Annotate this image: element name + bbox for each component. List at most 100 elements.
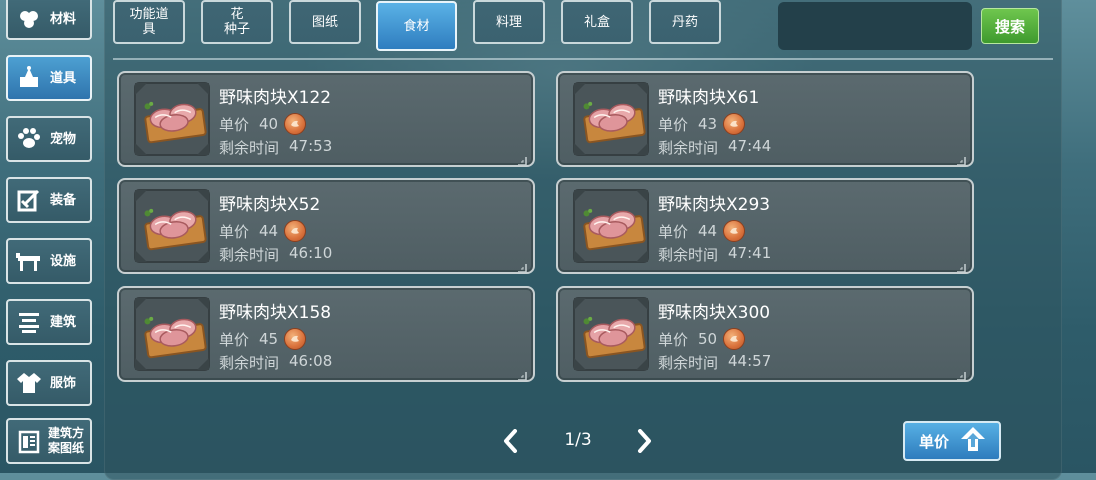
- sidebar-item-label: 道具: [50, 70, 77, 86]
- item-remaining-time: 44:57: [728, 352, 772, 370]
- item-price: 45: [259, 330, 279, 348]
- item-price-row: 单价 40: [219, 113, 307, 135]
- wild-meat-icon: [572, 81, 650, 157]
- tab-gift-box[interactable]: 礼盒: [561, 0, 633, 44]
- price-label: 单价: [658, 222, 689, 241]
- item-card[interactable]: 野味肉块X122 单价 40 剩余时间 47:53: [117, 71, 535, 167]
- remaining-time-label: 剩余时间: [658, 354, 719, 372]
- category-sidebar: 材料 道具 宠物 装备 设施 建筑 服饰 建筑方 案图纸: [6, 0, 94, 473]
- tab-divider: [113, 58, 1053, 60]
- item-time-row: 剩余时间 46:08: [219, 352, 332, 373]
- item-card[interactable]: 野味肉块X158 单价 45 剩余时间 46:08: [117, 286, 535, 382]
- tab-label: 礼盒: [583, 14, 610, 30]
- chevron-left-icon: [504, 429, 517, 453]
- tab-elixir[interactable]: 丹药: [649, 0, 721, 44]
- sidebar-item-materials[interactable]: 材料: [6, 0, 92, 40]
- page-indicator: 1/3: [564, 430, 592, 450]
- tab-label: 丹药: [671, 14, 698, 30]
- price-label: 单价: [658, 115, 689, 134]
- wild-meat-icon: [133, 81, 211, 157]
- tab-flower-seeds[interactable]: 花种子: [201, 0, 273, 44]
- price-label: 单价: [658, 330, 689, 349]
- item-name: 野味肉块X61: [658, 88, 760, 108]
- item-remaining-time: 46:10: [289, 244, 333, 262]
- wild-meat-icon: [572, 296, 650, 372]
- corner-ornament-icon: [517, 258, 527, 273]
- facility-icon: [14, 246, 44, 276]
- blueprint-icon: [14, 426, 44, 456]
- search-button-label: 搜索: [994, 17, 1025, 36]
- item-price: 43: [698, 115, 718, 133]
- sidebar-item-building[interactable]: 建筑: [6, 299, 92, 345]
- item-price-row: 单价 43: [658, 113, 746, 135]
- item-price: 50: [698, 330, 718, 348]
- tab-label: 花种子: [223, 7, 250, 37]
- item-name: 野味肉块X300: [658, 303, 771, 323]
- item-name: 野味肉块X122: [219, 88, 332, 108]
- sidebar-item-equipment[interactable]: 装备: [6, 177, 92, 223]
- wild-meat-icon: [133, 188, 211, 264]
- tab-label: 料理: [495, 14, 522, 30]
- item-remaining-time: 47:41: [728, 244, 772, 262]
- sidebar-item-label: 服饰: [50, 375, 77, 391]
- sidebar-item-props[interactable]: 道具: [6, 55, 92, 101]
- item-card[interactable]: 野味肉块X300 单价 50 剩余时间 44:57: [556, 286, 974, 382]
- item-name: 野味肉块X52: [219, 195, 321, 215]
- sidebar-item-pets[interactable]: 宠物: [6, 116, 92, 162]
- tab-ingredients[interactable]: 食材: [376, 1, 457, 51]
- item-price: 44: [698, 222, 718, 240]
- coin-icon: [284, 113, 307, 135]
- remaining-time-label: 剩余时间: [658, 246, 719, 264]
- price-label: 单价: [219, 222, 250, 241]
- wild-meat-icon: [572, 188, 650, 264]
- item-time-row: 剩余时间 44:57: [658, 352, 771, 373]
- tab-cuisine[interactable]: 料理: [473, 0, 545, 44]
- chevron-right-icon: [638, 429, 651, 453]
- equipment-icon: [14, 185, 44, 215]
- corner-ornament-icon: [956, 258, 966, 273]
- next-page-button[interactable]: [630, 426, 658, 456]
- tab-label: 图纸: [311, 14, 338, 30]
- item-remaining-time: 46:08: [289, 352, 333, 370]
- item-time-row: 剩余时间 47:41: [658, 244, 771, 265]
- search-button[interactable]: 搜索: [981, 8, 1039, 44]
- item-price-row: 单价 45: [219, 328, 307, 350]
- sidebar-item-blueprint[interactable]: 建筑方 案图纸: [6, 418, 92, 464]
- corner-ornament-icon: [956, 366, 966, 381]
- price-label: 单价: [219, 115, 250, 134]
- tab-function-props[interactable]: 功能道具: [113, 0, 185, 44]
- item-remaining-time: 47:44: [728, 137, 772, 155]
- sidebar-item-label: 设施: [50, 253, 77, 269]
- sort-arrow-up-icon: [959, 425, 987, 457]
- sidebar-item-facility[interactable]: 设施: [6, 238, 92, 284]
- item-price: 40: [259, 115, 279, 133]
- item-card[interactable]: 野味肉块X293 单价 44 剩余时间 47:41: [556, 178, 974, 274]
- corner-ornament-icon: [956, 151, 966, 166]
- sidebar-item-clothing[interactable]: 服饰: [6, 360, 92, 406]
- tab-label: 食材: [403, 18, 430, 34]
- clothing-icon: [14, 368, 44, 398]
- item-price-row: 单价 50: [658, 328, 746, 350]
- paw-icon: [14, 124, 44, 154]
- sort-label: 单价: [919, 432, 950, 451]
- item-remaining-time: 47:53: [289, 137, 333, 155]
- coin-icon: [284, 220, 307, 242]
- sidebar-item-label: 宠物: [50, 131, 77, 147]
- item-card[interactable]: 野味肉块X52 单价 44 剩余时间 46:10: [117, 178, 535, 274]
- sidebar-item-label: 建筑: [50, 314, 77, 330]
- corner-ornament-icon: [517, 151, 527, 166]
- remaining-time-label: 剩余时间: [219, 139, 280, 157]
- item-card[interactable]: 野味肉块X61 单价 43 剩余时间 47:44: [556, 71, 974, 167]
- coin-icon: [723, 113, 746, 135]
- search-input[interactable]: [778, 2, 972, 50]
- item-name: 野味肉块X293: [658, 195, 771, 215]
- remaining-time-label: 剩余时间: [658, 139, 719, 157]
- tab-blueprints[interactable]: 图纸: [289, 0, 361, 44]
- price-label: 单价: [219, 330, 250, 349]
- sidebar-item-label: 装备: [50, 192, 77, 208]
- prev-page-button[interactable]: [497, 426, 525, 456]
- materials-icon: [14, 4, 44, 34]
- sort-by-price-button[interactable]: 单价: [903, 421, 1001, 461]
- remaining-time-label: 剩余时间: [219, 246, 280, 264]
- item-time-row: 剩余时间 46:10: [219, 244, 332, 265]
